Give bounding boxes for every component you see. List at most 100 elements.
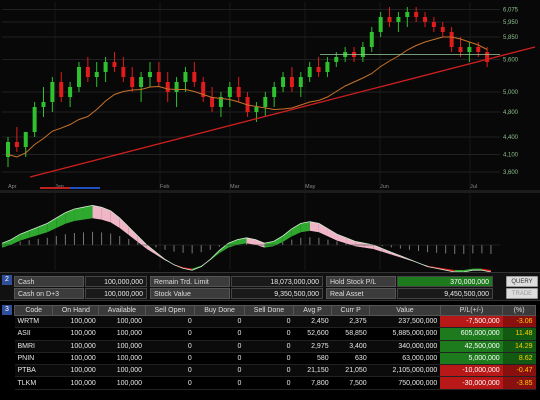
- col-sell-open-cell: 0: [145, 340, 195, 353]
- col-avg-price-cell: 21,150: [293, 364, 332, 378]
- col-on-hand-header[interactable]: On Hand: [52, 305, 100, 316]
- col-curr-price-cell: 3,400: [331, 340, 370, 353]
- indicator-fill-segment: [110, 210, 120, 228]
- price-axis-label: 4,100: [503, 153, 519, 159]
- col-value-header[interactable]: Value: [369, 305, 441, 316]
- price-axis-label: 4,800: [503, 110, 519, 116]
- col-sell-done-header[interactable]: Sell Done: [243, 305, 295, 316]
- pane-separator: [0, 190, 540, 193]
- col-sell-open-cell: 0: [145, 364, 195, 378]
- table-row[interactable]: WRTM 100,000 100,000 0 0 0 2,450 2,375 237,500,0…: [14, 315, 536, 329]
- table-row[interactable]: ASII 100,000 100,000 0 0 0 52,600 58,850 5,885,0…: [14, 327, 536, 341]
- col-code-cell: BMRI: [14, 340, 53, 353]
- col-curr-price-cell: 58,850: [331, 327, 370, 341]
- table-header-row: Code On Hand Available Sell Open Buy Done Sel…: [13, 305, 536, 316]
- col-sell-done-cell: 0: [244, 352, 294, 366]
- indicator-fill-segment: [92, 205, 102, 220]
- col-curr-price-header[interactable]: Curr P: [331, 305, 371, 316]
- col-sell-done-cell: 0: [244, 340, 294, 353]
- col-avg-price-header[interactable]: Avg P: [293, 305, 333, 316]
- col-value-cell: 237,500,000: [369, 315, 441, 329]
- col-sell-done-cell: 0: [244, 364, 294, 378]
- date-axis-label: Feb: [160, 184, 169, 190]
- cash-d3-label: Cash on D+3: [14, 288, 84, 299]
- candlestick-chart[interactable]: 6,075 5,950 5,850 5,600 5,000 4,800 4,400 4,100…: [0, 0, 540, 272]
- col-on-hand-cell: 100,000: [52, 376, 99, 390]
- trade-button[interactable]: TRADE: [506, 288, 538, 299]
- query-button[interactable]: QUERY: [506, 276, 538, 287]
- indicator-fill-segment: [291, 223, 301, 237]
- col-pct-cell: -0.47: [502, 364, 536, 378]
- price-axis-label: 5,950: [503, 20, 519, 26]
- col-pl-cell: -30,000,000: [440, 376, 503, 390]
- col-buy-done-cell: 0: [194, 327, 245, 341]
- price-axis-label: 6,075: [503, 8, 519, 14]
- col-available-cell: 100,000: [98, 327, 146, 341]
- col-buy-done-cell: 0: [194, 340, 245, 353]
- col-pl-cell: 605,000,000: [440, 327, 503, 341]
- col-on-hand-cell: 100,000: [52, 315, 99, 329]
- candle-body: [405, 12, 410, 17]
- col-avg-price-cell: 2,975: [293, 340, 332, 353]
- col-value-cell: 63,000,000: [369, 352, 441, 366]
- col-sell-open-cell: 0: [145, 315, 195, 329]
- col-available-cell: 100,000: [98, 315, 146, 329]
- candle-body: [369, 32, 374, 47]
- col-curr-price-cell: 2,375: [331, 315, 370, 329]
- price-axis-label: 5,850: [503, 35, 519, 41]
- stock-value-value: 9,350,500,000: [231, 288, 323, 299]
- candle-body: [281, 77, 286, 87]
- col-sell-open-header[interactable]: Sell Open: [144, 305, 196, 316]
- indicator-fill-segment: [273, 236, 283, 247]
- candle-body: [210, 97, 215, 107]
- col-available-header[interactable]: Available: [98, 305, 146, 316]
- col-buy-done-header[interactable]: Buy Done: [194, 305, 245, 316]
- table-row[interactable]: PTBA 100,000 100,000 0 0 0 21,150 21,050 2,105,0…: [14, 364, 536, 378]
- col-pl-header[interactable]: P/L(+/-): [439, 305, 504, 316]
- candle-body: [431, 22, 436, 27]
- candle-body: [50, 82, 55, 102]
- col-available-cell: 100,000: [98, 352, 146, 366]
- date-axis-label: May: [305, 184, 316, 190]
- table-body: WRTM 100,000 100,000 0 0 0 2,450 2,375 237,500,0…: [14, 315, 536, 390]
- col-buy-done-cell: 0: [194, 376, 245, 390]
- table-row[interactable]: PNIN 100,000 100,000 0 0 0 580 630 63,000,000 5,0…: [14, 352, 536, 366]
- candle-body: [23, 132, 28, 147]
- indicator-fill-segment: [83, 205, 93, 220]
- candle-body: [94, 72, 99, 77]
- indicator-fill-segment: [101, 207, 111, 223]
- stock-value-label: Stock Value: [150, 288, 230, 299]
- col-value-cell: 2,105,000,000: [369, 364, 441, 378]
- candle-body: [174, 82, 179, 92]
- candle-body: [467, 47, 472, 52]
- col-on-hand-cell: 100,000: [52, 327, 99, 341]
- account-summary-panel: 2 Cash 100,000,000 Cash on D+3 100,000,0…: [0, 272, 540, 300]
- col-code-header[interactable]: Code: [13, 305, 54, 316]
- candle-body: [41, 102, 46, 107]
- candle-body: [458, 47, 463, 52]
- candle-body: [307, 67, 312, 77]
- indicator-fill-segment: [119, 218, 129, 235]
- candle-body: [68, 87, 73, 97]
- candle-body: [183, 72, 188, 82]
- panel-number: 3: [2, 305, 12, 315]
- col-pct-header[interactable]: (%): [502, 305, 536, 316]
- table-row[interactable]: TLKM 100,000 100,000 0 0 0 7,800 7,500 750,000,0…: [14, 376, 536, 390]
- candle-body: [360, 47, 365, 57]
- col-sell-open-cell: 0: [145, 352, 195, 366]
- candle-body: [298, 77, 303, 87]
- col-buy-done-cell: 0: [194, 315, 245, 329]
- col-curr-price-cell: 630: [331, 352, 370, 366]
- date-axis-label: Jun: [380, 184, 389, 190]
- table-row[interactable]: BMRI 100,000 100,000 0 0 0 2,975 3,400 340,000,0…: [14, 340, 536, 353]
- cash-d3-value: 100,000,000: [85, 288, 147, 299]
- candle-body: [316, 67, 321, 72]
- candle-body: [156, 72, 161, 82]
- date-axis-label: Apr: [8, 184, 17, 190]
- legend-marker: [70, 187, 100, 189]
- price-chart-panel[interactable]: 6,075 5,950 5,850 5,600 5,000 4,800 4,400 4,100…: [0, 0, 540, 272]
- col-avg-price-cell: 7,800: [293, 376, 332, 390]
- col-available-cell: 100,000: [98, 364, 146, 378]
- portfolio-table-panel: 3 Code On Hand Available Sell Open Buy Done S…: [0, 300, 540, 400]
- col-pl-cell: 42,500,000: [440, 340, 503, 353]
